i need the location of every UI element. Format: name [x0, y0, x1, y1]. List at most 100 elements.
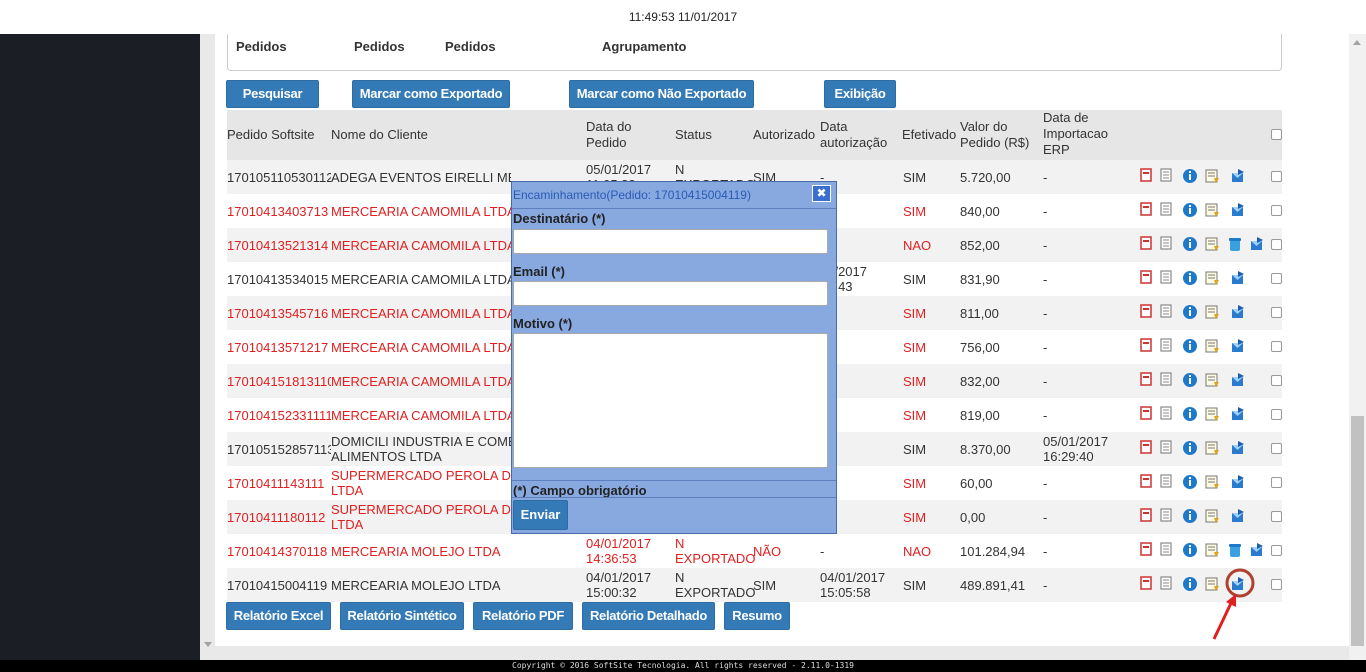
row-checkbox[interactable] [1271, 171, 1282, 182]
exibicao-button[interactable]: Exibição [824, 80, 896, 108]
motivo-textarea[interactable] [513, 333, 828, 468]
col-efetivado[interactable]: Efetivado [902, 127, 956, 143]
pdf-icon[interactable] [1139, 406, 1153, 420]
forward-email-icon[interactable] [1230, 474, 1244, 488]
document-icon[interactable] [1159, 576, 1173, 590]
row-checkbox[interactable] [1271, 443, 1282, 454]
relatorio-sintetico-button[interactable]: Relatório Sintético [340, 602, 464, 630]
table-row[interactable]: 17010415004119 MERCEARIA MOLEJO LTDA 04/01… [227, 568, 1282, 602]
row-checkbox[interactable] [1271, 511, 1282, 522]
document-icon[interactable] [1159, 338, 1173, 352]
row-checkbox[interactable] [1271, 477, 1282, 488]
forward-email-icon[interactable] [1249, 236, 1263, 250]
info-icon[interactable] [1182, 474, 1197, 489]
notes-icon[interactable] [1204, 508, 1219, 523]
document-icon[interactable] [1159, 202, 1173, 216]
relatorio-detalhado-button[interactable]: Relatório Detalhado [582, 602, 715, 630]
document-icon[interactable] [1159, 304, 1173, 318]
pdf-icon[interactable] [1139, 508, 1153, 522]
document-icon[interactable] [1159, 508, 1173, 522]
scroll-down-arrow[interactable] [204, 642, 212, 647]
info-icon[interactable] [1182, 440, 1197, 455]
col-autorizado[interactable]: Autorizado [753, 127, 815, 143]
forward-email-icon[interactable] [1230, 202, 1244, 216]
notes-icon[interactable] [1204, 304, 1219, 319]
notes-icon[interactable] [1204, 270, 1219, 285]
forward-email-icon[interactable] [1230, 270, 1244, 284]
col-valor[interactable]: Valor do Pedido (R$) [960, 119, 1040, 151]
info-icon[interactable] [1182, 304, 1197, 319]
forward-email-icon[interactable] [1230, 406, 1244, 420]
notes-icon[interactable] [1204, 440, 1219, 455]
col-data-autorizacao[interactable]: Data autorização [820, 119, 895, 151]
row-checkbox[interactable] [1271, 341, 1282, 352]
col-data[interactable]: Data do Pedido [586, 119, 646, 151]
row-checkbox[interactable] [1271, 409, 1282, 420]
info-icon[interactable] [1182, 372, 1197, 387]
info-icon[interactable] [1182, 168, 1197, 183]
notes-icon[interactable] [1204, 474, 1219, 489]
info-icon[interactable] [1182, 338, 1197, 353]
resumo-button[interactable]: Resumo [724, 602, 790, 630]
document-icon[interactable] [1159, 440, 1173, 454]
filter-tab-agrupamento[interactable]: Agrupamento [602, 39, 687, 54]
col-pedido[interactable]: Pedido Softsite [227, 127, 314, 143]
notes-icon[interactable] [1204, 338, 1219, 353]
document-icon[interactable] [1159, 474, 1173, 488]
filter-tab-pedidos-3[interactable]: Pedidos [445, 39, 496, 54]
scrollbar[interactable] [1349, 34, 1366, 660]
scrollbar-thumb[interactable] [1351, 416, 1364, 646]
relatorio-pdf-button[interactable]: Relatório PDF [473, 602, 573, 630]
notes-icon[interactable] [1204, 406, 1219, 421]
col-cliente[interactable]: Nome do Cliente [331, 127, 428, 143]
notes-icon[interactable] [1204, 542, 1219, 557]
notes-icon[interactable] [1204, 168, 1219, 183]
pdf-icon[interactable] [1139, 542, 1153, 556]
pdf-icon[interactable] [1139, 270, 1153, 284]
info-icon[interactable] [1182, 236, 1197, 251]
forward-email-icon[interactable] [1230, 508, 1244, 522]
info-icon[interactable] [1182, 508, 1197, 523]
pdf-icon[interactable] [1139, 304, 1153, 318]
row-checkbox[interactable] [1271, 307, 1282, 318]
pesquisar-button[interactable]: Pesquisar [226, 80, 319, 108]
row-checkbox[interactable] [1271, 273, 1282, 284]
col-data-importacao[interactable]: Data de Importacao ERP [1043, 110, 1123, 158]
info-icon[interactable] [1182, 406, 1197, 421]
pdf-icon[interactable] [1139, 372, 1153, 386]
pdf-icon[interactable] [1139, 440, 1153, 454]
notes-icon[interactable] [1204, 236, 1219, 251]
row-checkbox[interactable] [1271, 205, 1282, 216]
email-input[interactable] [513, 281, 828, 306]
forward-email-icon[interactable] [1230, 168, 1244, 182]
info-icon[interactable] [1182, 576, 1197, 591]
info-icon[interactable] [1182, 202, 1197, 217]
document-icon[interactable] [1159, 168, 1173, 182]
relatorio-excel-button[interactable]: Relatório Excel [226, 602, 331, 630]
pdf-icon[interactable] [1139, 168, 1153, 182]
document-icon[interactable] [1159, 236, 1173, 250]
trash-icon[interactable] [1227, 236, 1241, 251]
document-icon[interactable] [1159, 542, 1173, 556]
scroll-up-arrow[interactable] [1353, 40, 1361, 45]
info-icon[interactable] [1182, 270, 1197, 285]
forward-email-icon[interactable] [1230, 304, 1244, 318]
pdf-icon[interactable] [1139, 338, 1153, 352]
row-checkbox[interactable] [1271, 239, 1282, 250]
forward-email-icon[interactable] [1230, 338, 1244, 352]
forward-email-icon[interactable] [1230, 440, 1244, 454]
pdf-icon[interactable] [1139, 474, 1153, 488]
col-status[interactable]: Status [675, 127, 712, 143]
pdf-icon[interactable] [1139, 202, 1153, 216]
notes-icon[interactable] [1204, 202, 1219, 217]
info-icon[interactable] [1182, 542, 1197, 557]
destinatario-input[interactable] [513, 229, 828, 254]
row-checkbox[interactable] [1271, 545, 1282, 556]
forward-email-icon[interactable] [1249, 542, 1263, 556]
trash-icon[interactable] [1227, 542, 1241, 557]
pdf-icon[interactable] [1139, 576, 1153, 590]
row-checkbox[interactable] [1271, 579, 1282, 590]
document-icon[interactable] [1159, 270, 1173, 284]
marcar-exportado-button[interactable]: Marcar como Exportado [352, 80, 510, 108]
document-icon[interactable] [1159, 372, 1173, 386]
